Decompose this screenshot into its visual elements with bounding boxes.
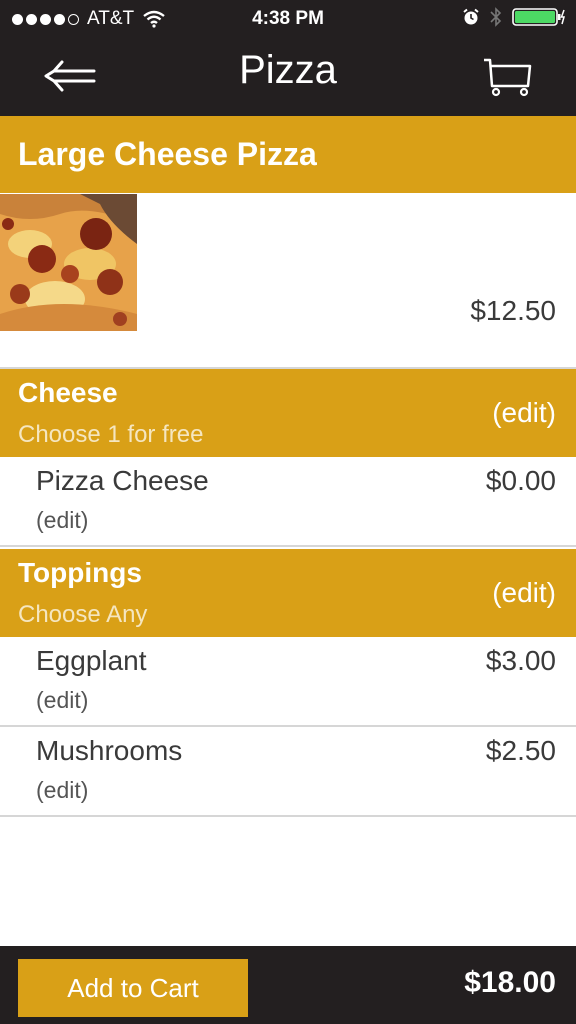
group-title: Toppings <box>18 557 142 588</box>
battery-icon <box>512 8 565 26</box>
cart-button[interactable] <box>482 56 534 98</box>
option-price: $3.00 <box>485 645 556 676</box>
bottom-bar: Add to Cart $18.00 <box>0 946 576 1024</box>
option-price: $0.00 <box>485 465 556 496</box>
option-name: Pizza Cheese <box>36 465 209 496</box>
option-row-eggplant[interactable]: Eggplant (edit) $3.00 <box>0 637 576 727</box>
option-name: Mushrooms <box>36 735 183 766</box>
order-total: $18.00 <box>464 966 556 999</box>
option-name: Eggplant <box>36 645 147 676</box>
status-right <box>462 7 566 27</box>
edit-cheese-link[interactable]: (edit) <box>492 397 556 429</box>
group-title: Cheese <box>18 377 118 408</box>
item-price: $12.50 <box>470 295 556 326</box>
cart-icon <box>484 58 532 97</box>
alarm-icon <box>463 8 479 25</box>
pizza-photo <box>0 194 137 331</box>
nav-bar: Pizza <box>0 38 576 116</box>
item-title: Large Cheese Pizza <box>18 136 317 172</box>
group-header-cheese[interactable]: Cheese Choose 1 for free (edit) <box>0 369 576 457</box>
group-header-toppings[interactable]: Toppings Choose Any (edit) <box>0 549 576 637</box>
option-row-mushrooms[interactable]: Mushrooms (edit) $2.50 <box>0 727 576 817</box>
bluetooth-icon <box>490 7 502 27</box>
option-row-pizza-cheese[interactable]: Pizza Cheese (edit) $0.00 <box>0 457 576 547</box>
group-subtitle: Choose Any <box>18 601 148 628</box>
option-price: $2.50 <box>485 735 556 766</box>
status-bar: AT&T 4:38 PM <box>0 0 576 38</box>
edit-option-link[interactable]: (edit) <box>36 777 88 804</box>
group-subtitle: Choose 1 for free <box>18 421 204 448</box>
edit-option-link[interactable]: (edit) <box>36 507 88 534</box>
edit-option-link[interactable]: (edit) <box>36 687 88 714</box>
add-to-cart-button[interactable]: Add to Cart <box>18 959 248 1017</box>
item-header: Large Cheese Pizza <box>0 116 576 193</box>
product-area: $12.50 <box>0 193 576 369</box>
edit-toppings-link[interactable]: (edit) <box>492 577 556 609</box>
